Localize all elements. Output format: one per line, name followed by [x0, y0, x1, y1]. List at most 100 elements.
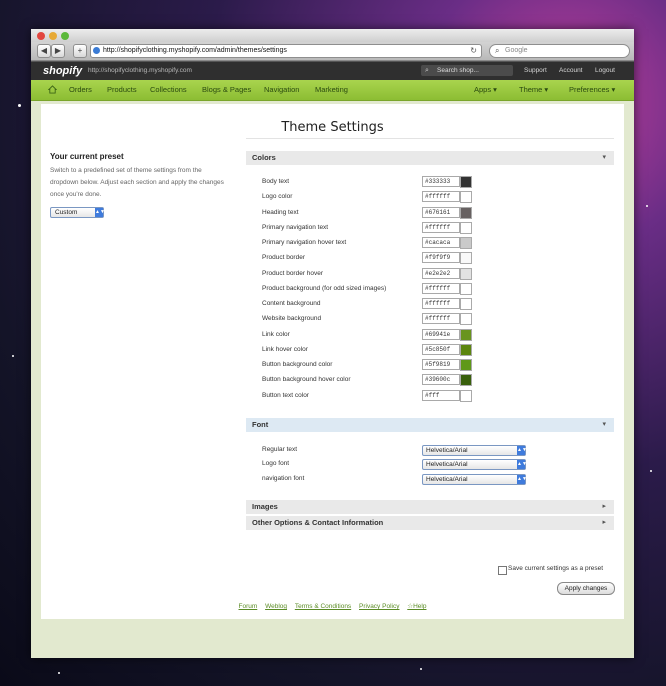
- color-swatch[interactable]: [460, 390, 472, 402]
- color-row-label: Logo color: [262, 193, 293, 200]
- color-hex-input[interactable]: #5f9819: [422, 359, 460, 370]
- page-title: Theme Settings: [281, 120, 384, 135]
- address-bar[interactable]: http://shopifyclothing.myshopify.com/adm…: [90, 44, 482, 58]
- navigation-font-select[interactable]: Helvetica/Arial ▲▼: [422, 474, 527, 485]
- regular-text-font-select[interactable]: Helvetica/Arial ▲▼: [422, 445, 527, 456]
- color-swatch[interactable]: [460, 268, 472, 280]
- color-swatch[interactable]: [460, 176, 472, 188]
- color-hex-input[interactable]: #333333: [422, 176, 460, 187]
- select-arrows-icon: ▲▼: [517, 475, 527, 484]
- color-swatch[interactable]: [460, 359, 472, 371]
- star: [650, 470, 652, 472]
- browser-window: ◀ ▶ + http://shopifyclothing.myshopify.c…: [31, 29, 634, 658]
- footer: Forum Weblog Terms & Conditions Privacy …: [31, 602, 634, 610]
- color-hex-input[interactable]: #ffffff: [422, 222, 460, 233]
- color-hex-input[interactable]: #cacaca: [422, 237, 460, 248]
- color-swatch[interactable]: [460, 329, 472, 341]
- color-swatch[interactable]: [460, 313, 472, 325]
- preset-select[interactable]: Custom ▲▼: [50, 207, 105, 218]
- nav-navigation[interactable]: Navigation: [264, 80, 299, 100]
- color-hex-input[interactable]: #ffffff: [422, 283, 460, 294]
- star: [646, 205, 648, 207]
- color-hex-input[interactable]: #e2e2e2: [422, 268, 460, 279]
- nav-marketing[interactable]: Marketing: [315, 80, 348, 100]
- save-preset-checkbox[interactable]: [498, 566, 507, 575]
- images-section-title: Images: [252, 502, 278, 511]
- footer-terms-link[interactable]: Terms & Conditions: [295, 603, 351, 610]
- browser-search-field[interactable]: ⌕ Google: [489, 44, 630, 58]
- color-hex-input[interactable]: #39600c: [422, 374, 460, 385]
- color-hex-input[interactable]: #676161: [422, 207, 460, 218]
- nav-theme-menu[interactable]: Theme ▾: [519, 80, 548, 100]
- color-row-label: Heading text: [262, 209, 299, 216]
- chevron-down-icon: ▾: [602, 154, 606, 161]
- main-content: Theme Settings Your current preset Switc…: [41, 104, 624, 619]
- color-swatch[interactable]: [460, 344, 472, 356]
- back-button[interactable]: ◀: [37, 44, 51, 58]
- nav-blogs-pages[interactable]: Blogs & Pages: [202, 80, 251, 100]
- select-arrows-icon: ▲▼: [95, 208, 105, 217]
- color-hex-input[interactable]: #f9f9f9: [422, 252, 460, 263]
- footer-privacy-link[interactable]: Privacy Policy: [359, 603, 399, 610]
- font-row-label: navigation font: [262, 475, 305, 482]
- color-swatch[interactable]: [460, 191, 472, 203]
- color-swatch[interactable]: [460, 283, 472, 295]
- color-row-label: Product border hover: [262, 270, 324, 277]
- nav-products[interactable]: Products: [107, 80, 137, 100]
- apply-changes-button[interactable]: Apply changes: [557, 582, 615, 595]
- font-section-header[interactable]: Font ▾: [246, 418, 614, 432]
- images-section-header[interactable]: Images ▸: [246, 500, 614, 514]
- preset-description: Switch to a predefined set of theme sett…: [50, 167, 224, 198]
- reload-icon[interactable]: ↻: [470, 45, 477, 57]
- footer-weblog-link[interactable]: Weblog: [265, 603, 287, 610]
- account-link[interactable]: Account: [559, 62, 583, 80]
- logout-link[interactable]: Logout: [595, 62, 615, 80]
- save-preset-label[interactable]: Save current settings as a preset: [508, 565, 603, 572]
- color-swatch[interactable]: [460, 298, 472, 310]
- color-hex-input[interactable]: #5c850f: [422, 344, 460, 355]
- color-row-label: Website background: [262, 315, 322, 322]
- color-swatch[interactable]: [460, 237, 472, 249]
- logo-font-select[interactable]: Helvetica/Arial ▲▼: [422, 459, 527, 470]
- shop-search-input[interactable]: ⌕ Search shop...: [421, 65, 513, 76]
- shopify-logo[interactable]: shopify: [43, 62, 82, 80]
- colors-section-title: Colors: [252, 153, 276, 162]
- chevron-right-icon: ▸: [602, 519, 606, 526]
- color-hex-input[interactable]: #fff: [422, 390, 460, 401]
- color-row-label: Product border: [262, 254, 305, 261]
- nav-collections[interactable]: Collections: [150, 80, 187, 100]
- window-titlebar: [31, 29, 634, 42]
- zoom-window-icon[interactable]: [61, 32, 69, 40]
- color-swatch[interactable]: [460, 374, 472, 386]
- color-swatch[interactable]: [460, 252, 472, 264]
- nav-orders[interactable]: Orders: [69, 80, 92, 100]
- other-options-section-header[interactable]: Other Options & Contact Information ▸: [246, 516, 614, 530]
- star: [12, 355, 14, 357]
- color-hex-input[interactable]: #ffffff: [422, 313, 460, 324]
- add-bookmark-button[interactable]: +: [73, 44, 87, 58]
- color-row-label: Button background hover color: [262, 376, 351, 383]
- nav-preferences-menu[interactable]: Preferences ▾: [569, 80, 615, 100]
- browser-search-placeholder: Google: [505, 47, 528, 54]
- store-url[interactable]: http://shopifyclothing.myshopify.com: [88, 62, 192, 80]
- forward-button[interactable]: ▶: [51, 44, 65, 58]
- minimize-window-icon[interactable]: [49, 32, 57, 40]
- color-row-label: Button text color: [262, 392, 309, 399]
- footer-forum-link[interactable]: Forum: [239, 603, 258, 610]
- color-swatch[interactable]: [460, 222, 472, 234]
- address-text[interactable]: http://shopifyclothing.myshopify.com/adm…: [103, 45, 287, 57]
- search-icon: ⌕: [495, 46, 500, 55]
- colors-section-header[interactable]: Colors ▾: [246, 151, 614, 165]
- admin-bar: shopify http://shopifyclothing.myshopify…: [31, 61, 634, 80]
- font-select-value: Helvetica/Arial: [426, 461, 468, 468]
- color-hex-input[interactable]: #ffffff: [422, 298, 460, 309]
- nav-apps-menu[interactable]: Apps ▾: [474, 80, 497, 100]
- color-hex-input[interactable]: #ffffff: [422, 191, 460, 202]
- color-hex-input[interactable]: #69941e: [422, 329, 460, 340]
- color-row-label: Link hover color: [262, 346, 308, 353]
- home-icon[interactable]: [48, 85, 57, 94]
- color-swatch[interactable]: [460, 207, 472, 219]
- close-window-icon[interactable]: [37, 32, 45, 40]
- support-link[interactable]: Support: [524, 62, 547, 80]
- footer-help-link[interactable]: ☆Help: [407, 603, 426, 610]
